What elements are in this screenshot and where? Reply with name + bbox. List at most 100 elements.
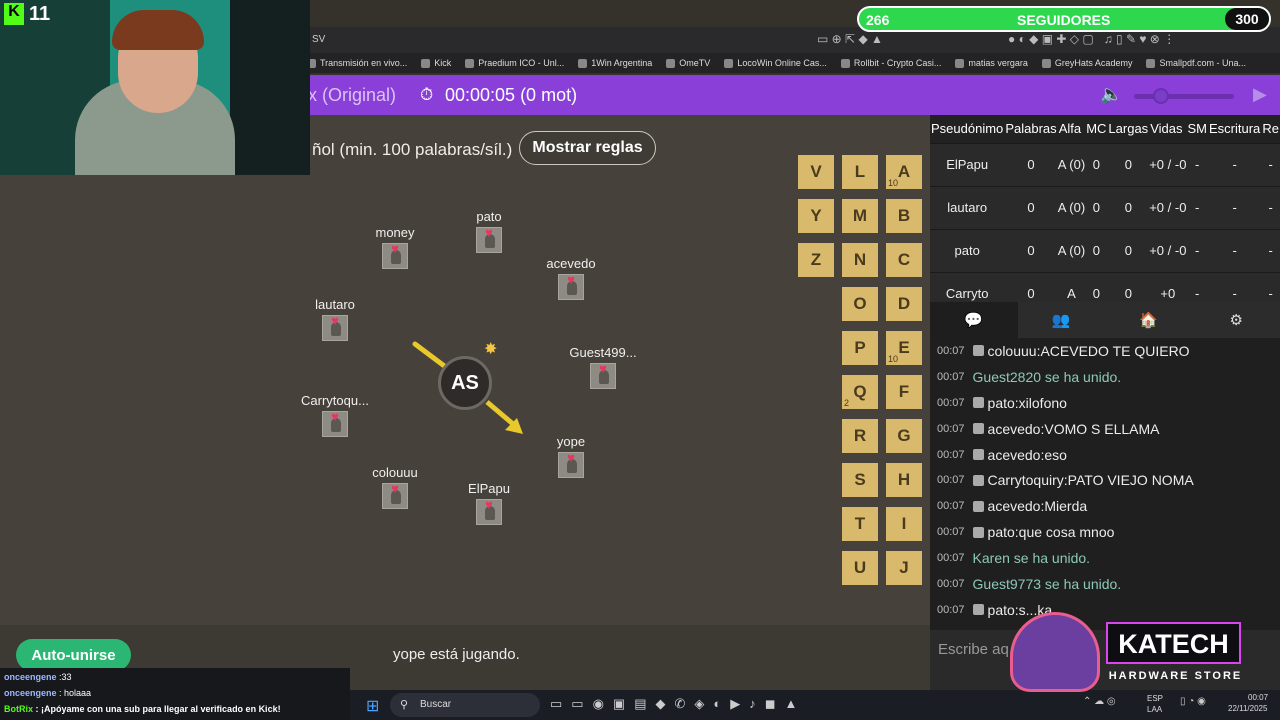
- chat-tab-icon[interactable]: 💬: [930, 302, 1018, 338]
- network-volume-icons[interactable]: ▯ ◔ ◉: [1180, 696, 1206, 707]
- chat-time: 00:07: [937, 344, 965, 357]
- chat-user[interactable]: Carrytoquiry:: [988, 472, 1068, 488]
- user-icon: [972, 526, 984, 538]
- letter-tile: J: [886, 551, 922, 585]
- players-tab-icon[interactable]: 👥: [1018, 302, 1106, 338]
- search-icon: ⚲: [400, 699, 409, 711]
- windows-start-icon[interactable]: ⊞: [366, 696, 379, 716]
- bookmark-favicon-icon: [465, 58, 475, 68]
- volume-icon[interactable]: 🔈: [1100, 84, 1122, 105]
- kick-follow-counter: K 11: [0, 0, 60, 30]
- chat-time: 00:07: [937, 500, 965, 513]
- chat-user[interactable]: acevedo:: [988, 421, 1045, 437]
- scoreboard-cell: -: [1207, 271, 1262, 302]
- letter-tile: I: [886, 507, 922, 541]
- bookmark-item[interactable]: LocoWin Online Cas...: [717, 58, 834, 68]
- scoreboard-cell: A: [1057, 271, 1086, 302]
- scoreboard-cell: ElPapu: [930, 142, 1005, 186]
- scoreboard-header[interactable]: SM: [1186, 115, 1208, 143]
- chat-message: 00:07 acevedo: eso: [930, 442, 1280, 468]
- chat-user[interactable]: pato:: [988, 524, 1019, 540]
- scoreboard-cell: 0: [1107, 142, 1150, 186]
- chat-join-text: Guest2820 se ha unido.: [972, 368, 1122, 385]
- volume-slider[interactable]: [1134, 94, 1234, 99]
- extension-icons[interactable]: ● ◐ ◆ ▣ ✚ ◇ ▢ ♫ ▯ ✎ ♥ ⊗ ⋮: [1008, 32, 1175, 46]
- lang-code[interactable]: ESP: [1147, 694, 1163, 703]
- chat-message: 00:07 acevedo: Mierda: [930, 493, 1280, 519]
- scoreboard-cell: +0 / -0: [1149, 228, 1187, 272]
- letter-tile: Q2: [842, 375, 878, 409]
- chat-time: 00:07: [937, 422, 965, 435]
- bookmark-label: Transmisión en vivo...: [320, 58, 408, 68]
- show-rules-button[interactable]: Mostrar reglas: [519, 131, 656, 165]
- bookmark-item[interactable]: OmeTV: [659, 58, 717, 68]
- scoreboard-header[interactable]: Re: [1261, 115, 1280, 143]
- bookmark-item[interactable]: Transmisión en vivo...: [300, 58, 414, 68]
- bookmark-item[interactable]: Kick: [414, 58, 458, 68]
- scoreboard-header[interactable]: Escritura: [1207, 115, 1262, 143]
- scoreboard-header[interactable]: Vidas: [1149, 115, 1187, 143]
- bookmark-item[interactable]: 1Win Argentina: [571, 58, 659, 68]
- bookmark-item[interactable]: Praedium ICO - Unl...: [458, 58, 571, 68]
- bookmark-item[interactable]: Smallpdf.com - Una...: [1139, 58, 1253, 68]
- settings-tab-icon[interactable]: ⚙: [1193, 302, 1280, 338]
- bookmark-item[interactable]: matias vergara: [948, 58, 1035, 68]
- lang-layout[interactable]: LAA: [1147, 705, 1162, 714]
- bookmark-favicon-icon: [578, 58, 588, 68]
- chat-user[interactable]: acevedo:: [988, 447, 1045, 463]
- auto-join-button[interactable]: Auto-unirse: [16, 639, 131, 671]
- play-icon[interactable]: ▶: [1253, 84, 1267, 105]
- bookmark-label: Kick: [434, 58, 452, 68]
- chat-message: 00:07 Guest2820 se ha unido.: [930, 364, 1280, 390]
- bookmark-label: LocoWin Online Cas...: [737, 58, 827, 68]
- clock-time[interactable]: 00:07: [1248, 693, 1268, 702]
- stream-chat-text: : holaaa: [56, 688, 92, 698]
- taskbar-search[interactable]: ⚲ Buscar: [390, 693, 540, 717]
- player-name: money: [375, 225, 415, 240]
- chat-text: que cosa mnoo: [1018, 524, 1115, 541]
- player-seat: yope ♥: [526, 434, 616, 478]
- volume-handle[interactable]: [1153, 88, 1169, 104]
- chat-message: 00:07 pato: xilofono: [930, 390, 1280, 416]
- player-seat: pato ♥: [444, 209, 534, 253]
- scoreboard-cell: -: [1261, 271, 1280, 302]
- scoreboard-header[interactable]: Pseudónimo: [930, 115, 1005, 143]
- user-icon: [972, 604, 984, 616]
- browser-toolbar-icons[interactable]: ▭ ⊕ ⇱ ◆ ▲: [817, 32, 883, 46]
- chat-user[interactable]: acevedo:: [988, 498, 1045, 514]
- user-icon: [972, 449, 984, 460]
- chat-time: 00:07: [937, 577, 965, 590]
- chat-user[interactable]: colouuu:: [988, 343, 1041, 359]
- tray-icons[interactable]: ⌃ ☁ ◎: [1083, 696, 1116, 707]
- followers-current: 266: [866, 12, 890, 28]
- bookmark-label: Rollbit - Crypto Casi...: [853, 58, 942, 68]
- letter-tile: C: [886, 243, 922, 277]
- chat-user[interactable]: pato:: [988, 395, 1019, 411]
- chat-message: 00:07 Karen se ha unido.: [930, 545, 1280, 571]
- player-name: yope: [556, 434, 586, 449]
- chat-message: 00:07 Carrytoquiry: PATO VIEJO NOMA: [930, 467, 1280, 493]
- life-heart-icon: ♥: [331, 409, 339, 424]
- chat-message: 00:07 colouuu: ACEVEDO TE QUIERO: [930, 338, 1280, 364]
- bookmark-item[interactable]: Rollbit - Crypto Casi...: [834, 58, 949, 68]
- user-icon: [972, 423, 984, 435]
- scoreboard-header[interactable]: Largas: [1107, 115, 1150, 143]
- chat-message: 00:07 pato: que cosa mnoo: [930, 519, 1280, 545]
- stream-chat-line: BotRix : ¡Apóyame con una sub para llega…: [4, 704, 281, 714]
- scoreboard-cell: A (0): [1057, 228, 1086, 272]
- tab-title[interactable]: SV: [312, 34, 325, 45]
- room-tab-icon[interactable]: 🏠: [1105, 302, 1193, 338]
- life-heart-icon: ♥: [599, 361, 607, 376]
- user-icon: [972, 397, 984, 409]
- taskbar-app-icons[interactable]: ▭▭◉▣▤◆✆◈◐▶♪◼▲: [550, 696, 806, 712]
- spark-icon: ✸: [484, 341, 498, 358]
- scoreboard-header[interactable]: Palabras: [1004, 115, 1058, 143]
- bookmark-item[interactable]: GreyHats Academy: [1035, 58, 1140, 68]
- clock-date[interactable]: 22/11/2025: [1228, 704, 1267, 713]
- scoreboard-cell: 0: [1004, 271, 1058, 302]
- scoreboard-header[interactable]: Alfa: [1057, 115, 1086, 143]
- scoreboard-header[interactable]: MC: [1085, 115, 1108, 143]
- scoreboard-cell: Carryto: [930, 271, 1005, 302]
- player-seat: money ♥: [350, 225, 440, 269]
- bookmark-label: GreyHats Academy: [1054, 58, 1133, 68]
